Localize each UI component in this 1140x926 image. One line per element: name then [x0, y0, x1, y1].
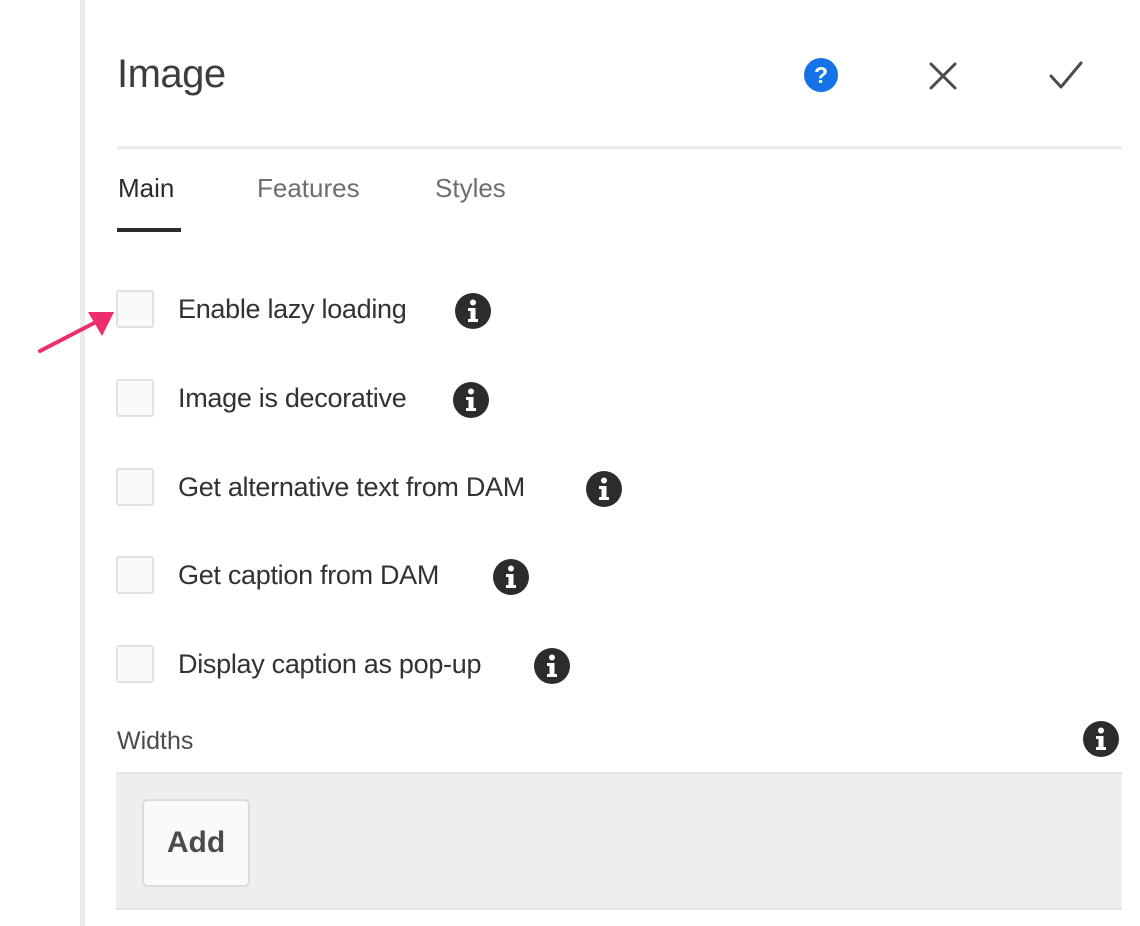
image-decorative-checkbox[interactable]	[116, 379, 154, 417]
dialog-title: Image	[117, 52, 226, 96]
checkbox-label: Display caption as pop-up	[178, 649, 482, 679]
svg-text:?: ?	[814, 62, 828, 88]
annotation-arrow-icon	[38, 312, 114, 353]
checkbox-label: Enable lazy loading	[178, 294, 407, 324]
info-icon[interactable]	[492, 558, 530, 596]
tab-main[interactable]: Main	[118, 172, 174, 204]
caption-from-dam-checkbox[interactable]	[116, 556, 154, 594]
checkmark-icon[interactable]	[1048, 59, 1084, 91]
panel-left-border	[80, 0, 85, 926]
caption-popup-checkbox[interactable]	[116, 645, 154, 683]
lazy-loading-checkbox[interactable]	[116, 290, 154, 328]
header-divider	[117, 146, 1122, 149]
tab-features[interactable]: Features	[257, 172, 360, 204]
info-icon[interactable]	[1082, 720, 1120, 758]
image-dialog: Image ? Main Features Styles Enable lazy…	[0, 0, 1140, 926]
checkbox-row-popup: Display caption as pop-up	[116, 643, 816, 687]
info-icon[interactable]	[452, 381, 490, 419]
checkbox-row-alt-text: Get alternative text from DAM	[116, 466, 816, 510]
info-icon[interactable]	[585, 470, 623, 508]
alt-text-from-dam-checkbox[interactable]	[116, 468, 154, 506]
checkbox-label: Get caption from DAM	[178, 560, 440, 590]
checkbox-row-caption: Get caption from DAM	[116, 554, 816, 598]
info-icon[interactable]	[454, 292, 492, 330]
checkbox-label: Get alternative text from DAM	[178, 472, 525, 502]
widths-multifield: Add	[116, 772, 1122, 910]
active-tab-indicator	[117, 228, 181, 232]
help-icon[interactable]: ?	[803, 57, 839, 93]
add-width-button[interactable]: Add	[142, 799, 250, 887]
tab-styles[interactable]: Styles	[435, 172, 506, 204]
info-icon[interactable]	[533, 647, 571, 685]
widths-label: Widths	[117, 727, 194, 755]
checkbox-label: Image is decorative	[178, 383, 407, 413]
close-icon[interactable]	[928, 61, 958, 91]
